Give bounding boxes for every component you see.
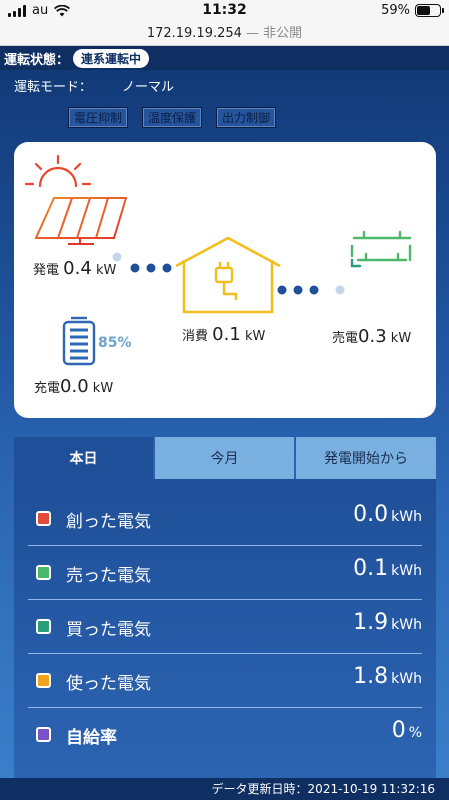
stat-label: 自給率 [66,728,117,748]
operation-state-bar: 運転状態： 連系運転中 [0,46,449,70]
state-badge: 連系運転中 [73,48,150,68]
stat-unit: kWh [391,617,422,633]
url-bar[interactable]: 172.19.19.254 — 非公開 [0,22,449,46]
stat-row-generated: 創った電気 0.0 kWh [28,492,422,546]
sell-value: 0.3 [358,326,387,347]
stat-number: 1.8 [353,664,389,689]
stat-number: 0.0 [353,502,389,527]
output-control-indicator: 出力制御 [216,107,277,128]
stat-unit: % [408,725,422,741]
period-tabs: 本日 今月 発電開始から [14,437,436,479]
consumption-unit: kW [244,329,266,344]
stat-row-bought: 買った電気 1.9 kWh [28,600,422,654]
stat-row-self-sufficiency: 自給率 0% [28,708,422,762]
status-right: 59% [381,3,444,18]
battery-percentage: 85% [98,335,132,351]
battery-icon [415,4,444,17]
generation-label: 発電 [33,263,60,278]
charge-unit: kW [92,381,114,396]
consumption-readout: 消費 0.1 kW [182,324,265,345]
stat-row-used: 使った電気 1.8 kWh [28,654,422,708]
generated-color-marker [36,511,51,526]
last-updated-bar: データ更新日時：2021-10-19 11:32:16 [0,778,449,800]
solar-panel-icon [34,197,128,245]
stat-number: 0.1 [353,556,389,581]
sell-label: 売電 [332,331,359,346]
energy-stats-panel: 創った電気 0.0 kWh 売った電気 0.1 kWh 買った電気 1.9 kWh 使… [14,479,436,778]
stat-unit: kWh [391,509,422,525]
consumption-label: 消費 [182,329,209,344]
utility-pole-icon [350,228,412,316]
stat-row-sold: 売った電気 0.1 kWh [28,546,422,600]
house-icon [175,236,281,314]
stat-label: 創った電気 [66,512,151,532]
mode-value: ノーマル [122,80,175,95]
stat-value: 0.0 kWh [353,502,422,527]
temperature-protection-indicator: 温度保護 [142,107,203,128]
energy-flow-card: 発電 0.4 kW 消費 0.1 kW 売電0.3 kW 85% 充電0.0 k… [14,142,436,418]
stat-label: 買った電気 [66,620,151,640]
stat-unit: kWh [391,671,422,687]
voltage-suppression-indicator: 電圧抑制 [68,107,129,128]
plug-icon [214,262,238,300]
used-color-marker [36,673,51,688]
stat-unit: kWh [391,563,422,579]
generation-readout: 発電 0.4 kW [33,258,116,279]
url-privacy: — 非公開 [241,26,303,41]
tab-since-start[interactable]: 発電開始から [296,437,436,479]
stat-number: 0 [391,718,406,743]
tab-today[interactable]: 本日 [14,437,153,479]
battery-icon [62,316,96,366]
sold-color-marker [36,565,51,580]
stat-number: 1.9 [353,610,389,635]
generation-value: 0.4 [63,258,92,279]
url-address: 172.19.19.254 [146,26,242,41]
state-label: 運転状態： [4,52,70,68]
consumption-value: 0.1 [212,324,241,345]
stat-value: 1.9 kWh [353,610,422,635]
sell-flow-dots [277,285,345,295]
charge-readout: 充電0.0 kW [34,376,113,397]
mode-label: 運転モード： [14,80,93,95]
ios-status-bar: au 11:32 59% [0,0,449,22]
sell-unit: kW [390,331,412,346]
operation-mode: 運転モード： ノーマル [14,76,174,95]
last-updated-label: データ更新日時： [211,782,308,796]
charge-value: 0.0 [60,376,89,397]
stat-value: 1.8 kWh [353,664,422,689]
charge-label: 充電 [34,381,61,396]
control-indicators: 電圧抑制 温度保護 出力制御 [68,107,277,128]
generation-unit: kW [95,263,117,278]
stat-value: 0% [392,718,422,743]
stat-label: 使った電気 [66,674,151,694]
bought-color-marker [36,619,51,634]
stat-label: 売った電気 [66,566,151,586]
battery-percent: 59% [381,3,410,18]
sun-icon [24,154,92,188]
generation-flow-dots [112,252,172,273]
sell-readout: 売電0.3 kW [332,326,411,347]
stat-value: 0.1 kWh [353,556,422,581]
self-sufficiency-color-marker [36,727,51,742]
tab-this-month[interactable]: 今月 [155,437,294,479]
last-updated-datetime: 2021-10-19 11:32:16 [307,782,435,796]
